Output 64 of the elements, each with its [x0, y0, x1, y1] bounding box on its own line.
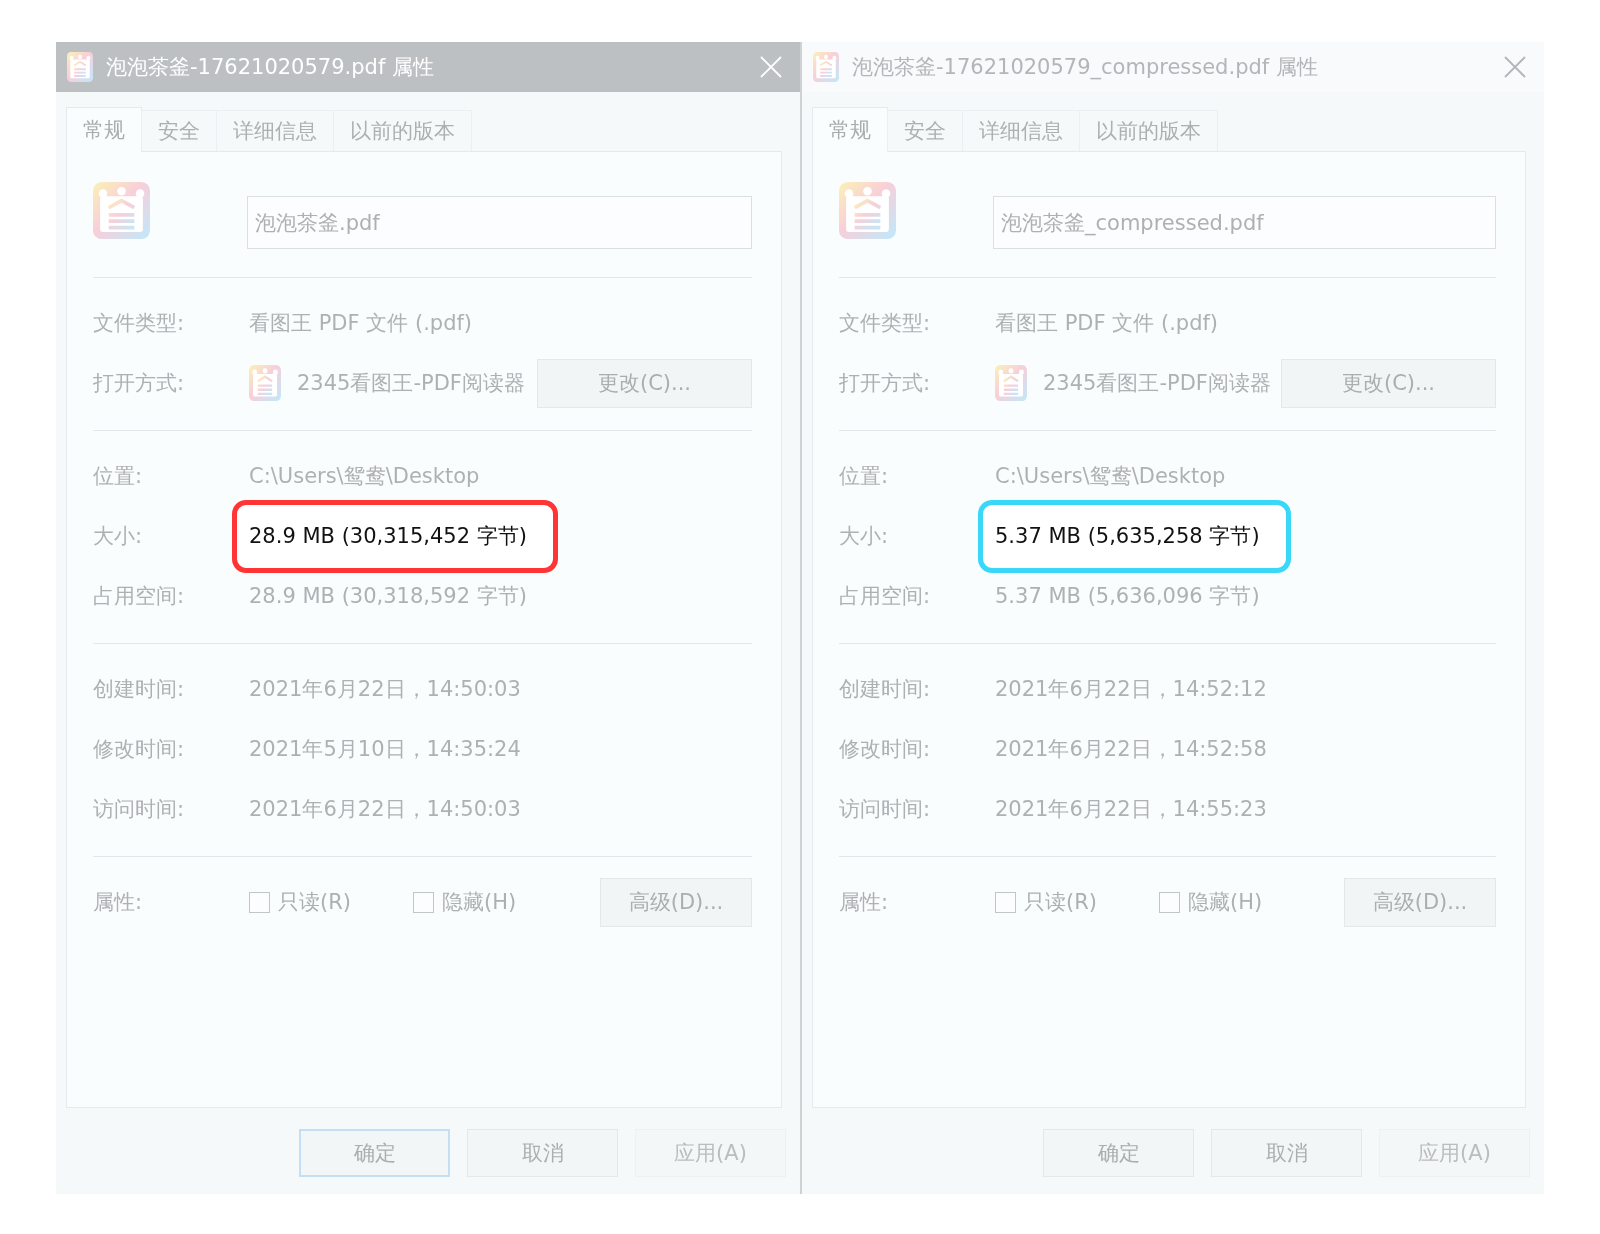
field-label: 位置: [839, 463, 890, 490]
tab[interactable]: 以前的版本 [1079, 110, 1218, 151]
field-label: 创建时间: [839, 676, 932, 703]
field-value: 5.37 MB (5,635,258 字节) [995, 523, 1260, 550]
advanced-button[interactable]: 高级(D)... [1344, 877, 1496, 927]
checkbox[interactable]: 隐藏(H) [413, 888, 517, 916]
field-value: 28.9 MB (30,318,592 字节) [249, 583, 527, 610]
tab[interactable]: 以前的版本 [333, 110, 472, 151]
field-value: 2021年5月10日，14:35:24 [249, 736, 521, 763]
field-value: C:\Users\鸳鸯\Desktop [995, 463, 1226, 490]
checkbox[interactable]: 只读(R) [249, 888, 351, 916]
dialog-button[interactable]: 取消 [467, 1129, 618, 1177]
field-value: 28.9 MB (30,315,452 字节) [249, 523, 527, 550]
tab[interactable]: 常规 [812, 107, 888, 152]
field-value: 2021年6月22日，14:50:03 [249, 796, 521, 823]
app-logo-icon [67, 52, 93, 82]
field-label: 修改时间: [93, 736, 186, 763]
field-label: 大小: [93, 523, 144, 550]
field-label: 大小: [839, 523, 890, 550]
field-label: 打开方式: [93, 370, 186, 397]
field-label: 位置: [93, 463, 144, 490]
field-value: 2021年6月22日，14:50:03 [249, 676, 521, 703]
checkbox[interactable]: 隐藏(H) [1159, 888, 1263, 916]
tab[interactable]: 安全 [141, 110, 217, 151]
app-logo-icon [93, 182, 150, 239]
file-name-field[interactable]: 泡泡茶釜_compressed.pdf [993, 196, 1496, 249]
field-label: 打开方式: [839, 370, 932, 397]
app-logo-icon [813, 52, 839, 82]
field-value: 5.37 MB (5,636,096 字节) [995, 583, 1260, 610]
dialog-button[interactable]: 取消 [1211, 1129, 1362, 1177]
window-title: 泡泡茶釜-17621020579_compressed.pdf 属性 [852, 54, 1319, 81]
field-value: 看图王 PDF 文件 (.pdf) [249, 310, 473, 337]
app-logo-icon [839, 182, 896, 239]
field-label: 文件类型: [93, 310, 186, 337]
field-value: 看图王 PDF 文件 (.pdf) [995, 310, 1219, 337]
field-value: C:\Users\鸳鸯\Desktop [249, 463, 480, 490]
field-value: 2021年6月22日，14:55:23 [995, 796, 1267, 823]
field-value: 2021年6月22日，14:52:12 [995, 676, 1267, 703]
app-name: 2345看图王-PDF阅读器 [297, 370, 525, 397]
field-label: 访问时间: [839, 796, 932, 823]
file-name-field[interactable]: 泡泡茶釜.pdf [247, 196, 752, 249]
close-icon [760, 56, 782, 78]
field-label: 属性: [93, 889, 144, 916]
dialog-button[interactable]: 确定 [299, 1129, 450, 1177]
field-label: 访问时间: [93, 796, 186, 823]
field-label: 文件类型: [839, 310, 932, 337]
app-logo-icon [249, 365, 281, 401]
field-label: 占用空间: [839, 583, 932, 610]
change-button[interactable]: 更改(C)... [1281, 358, 1496, 408]
field-value: 2021年6月22日，14:52:58 [995, 736, 1267, 763]
close-icon [1504, 56, 1526, 78]
checkbox[interactable]: 只读(R) [995, 888, 1097, 916]
app-logo-icon [995, 365, 1027, 401]
window-title: 泡泡茶釜-17621020579.pdf 属性 [106, 54, 435, 81]
advanced-button[interactable]: 高级(D)... [600, 877, 752, 927]
change-button[interactable]: 更改(C)... [537, 358, 752, 408]
field-label: 占用空间: [93, 583, 186, 610]
field-label: 创建时间: [93, 676, 186, 703]
dialog-button[interactable]: 确定 [1043, 1129, 1194, 1177]
tab[interactable]: 安全 [887, 110, 963, 151]
app-name: 2345看图王-PDF阅读器 [1043, 370, 1271, 397]
tab[interactable]: 常规 [66, 107, 142, 152]
field-label: 修改时间: [839, 736, 932, 763]
field-label: 属性: [839, 889, 890, 916]
